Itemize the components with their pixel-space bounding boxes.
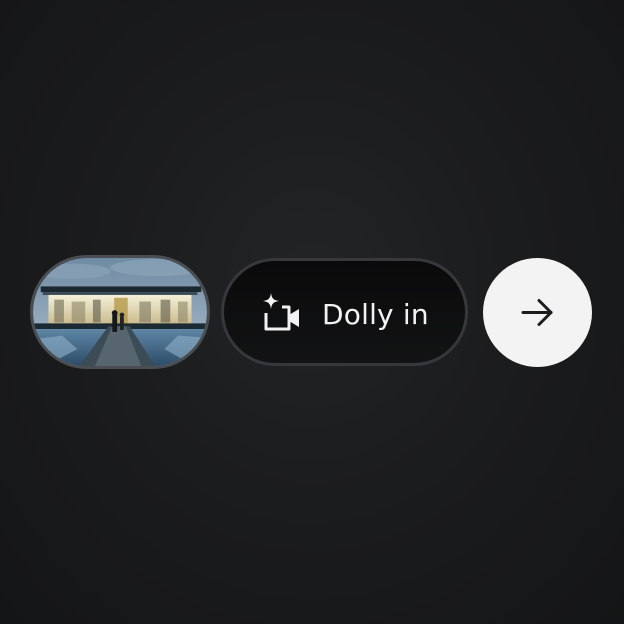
camera-motion-preset-button[interactable]: Dolly in (221, 258, 468, 366)
museum-scene-image (33, 258, 207, 366)
source-image-thumbnail[interactable] (30, 255, 210, 369)
preset-row: Dolly in (0, 0, 624, 624)
next-button[interactable] (483, 258, 592, 367)
arrow-right-icon (521, 299, 553, 326)
preset-label: Dolly in (322, 298, 429, 331)
camera-sparkle-icon (263, 293, 299, 331)
